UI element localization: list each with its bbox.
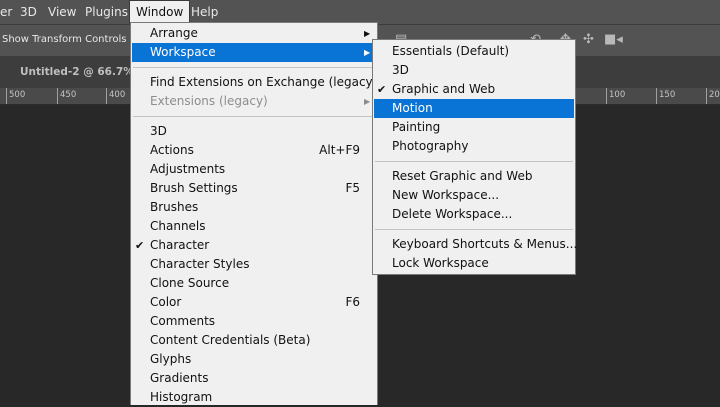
submenu-arrow-icon: ▶: [364, 48, 371, 57]
menu-item-label: Character: [150, 238, 210, 252]
menu-item-label: Color: [150, 295, 182, 309]
menu-3d[interactable]: 3D: [20, 0, 37, 24]
menu-help[interactable]: Help: [191, 0, 218, 24]
menu-item-color[interactable]: Color F6: [132, 293, 376, 312]
ruler-tick: [6, 88, 7, 104]
menu-window[interactable]: Window: [129, 0, 191, 24]
menu-item-shortcut: Alt+F9: [319, 143, 360, 157]
ruler-tick: [57, 88, 58, 104]
ruler-tick: [706, 88, 707, 104]
menu-item-label: Comments: [150, 314, 216, 328]
ruler-label: 400: [109, 90, 126, 100]
menu-item-label: Brushes: [150, 200, 199, 214]
menu-view[interactable]: View: [48, 0, 76, 24]
menu-item-brush-settings[interactable]: Brush Settings F5: [132, 179, 376, 198]
menu-item-workspace[interactable]: Workspace ▶: [132, 43, 376, 62]
submenu-arrow-icon: ▶: [364, 29, 371, 38]
menu-item-brushes[interactable]: Brushes: [132, 198, 376, 217]
menu-separator: [375, 229, 573, 230]
menu-item-shortcut: F6: [345, 295, 360, 309]
menu-item-3d[interactable]: 3D: [132, 122, 376, 141]
menu-item-comments[interactable]: Comments: [132, 312, 376, 331]
menu-bar: er 3D View Plugins Window Help: [0, 0, 720, 24]
window-menu: Arrange ▶ Workspace ▶ Find Extensions on…: [130, 22, 389, 407]
menu-item-workspace-3d[interactable]: 3D: [374, 61, 574, 80]
menu-item-label: Content Credentials (Beta): [150, 333, 311, 347]
menu-item-label: Gradients: [150, 371, 209, 385]
menu-item-label: Adjustments: [150, 162, 226, 176]
menu-item-gradients[interactable]: Gradients: [132, 369, 376, 388]
menu-item-label: Actions: [150, 143, 194, 157]
menu-item-delete-workspace[interactable]: Delete Workspace...: [374, 205, 574, 224]
checkmark-icon: ✔: [377, 83, 387, 96]
ruler-tick: [106, 88, 107, 104]
ruler-label: 450: [60, 90, 77, 100]
menu-item-label: 3D: [150, 124, 167, 138]
checkmark-icon: ✔: [135, 239, 145, 252]
workspace-submenu: Essentials (Default) 3D ✔ Graphic and We…: [372, 39, 577, 275]
menu-item-character-styles[interactable]: Character Styles: [132, 255, 376, 274]
menu-item-lock-workspace[interactable]: Lock Workspace: [374, 254, 574, 273]
menu-item-arrange[interactable]: Arrange ▶: [132, 24, 376, 43]
ruler-tick: [606, 88, 607, 104]
menu-separator: [133, 67, 375, 68]
menu-item-label: Channels: [150, 219, 206, 233]
menu-item-find-extensions[interactable]: Find Extensions on Exchange (legacy)...: [132, 73, 389, 92]
menu-item-graphic-and-web[interactable]: ✔ Graphic and Web: [374, 80, 574, 99]
menu-item-painting[interactable]: Painting: [374, 118, 574, 137]
menu-item-keyboard-shortcuts[interactable]: Keyboard Shortcuts & Menus...: [374, 235, 577, 254]
menu-item-label: Character Styles: [150, 257, 250, 271]
menu-item-label: Clone Source: [150, 276, 230, 290]
menu-item-character[interactable]: ✔ Character: [132, 236, 376, 255]
submenu-arrow-icon: ▶: [364, 97, 371, 106]
menu-item-extensions-legacy: Extensions (legacy) ▶: [132, 92, 376, 111]
ruler-label: 200: [709, 90, 720, 100]
menu-item-channels[interactable]: Channels: [132, 217, 376, 236]
show-transform-controls-label[interactable]: Show Transform Controls: [2, 34, 126, 45]
menu-item-label: Histogram: [150, 390, 213, 404]
menu-item-content-credentials-beta[interactable]: Content Credentials (Beta): [132, 331, 376, 350]
menu-plugins[interactable]: Plugins: [85, 0, 128, 24]
menu-item-label: Brush Settings: [150, 181, 238, 195]
ruler-label: 100: [609, 90, 626, 100]
menu-item-adjustments[interactable]: Adjustments: [132, 160, 376, 179]
menu-item-motion[interactable]: Motion: [374, 99, 574, 118]
menu-item-glyphs[interactable]: Glyphs: [132, 350, 376, 369]
menu-item-new-workspace[interactable]: New Workspace...: [374, 186, 574, 205]
video-camera-icon[interactable]: ■◂: [604, 33, 623, 47]
menu-item-photography[interactable]: Photography: [374, 137, 574, 156]
menu-item-clone-source[interactable]: Clone Source: [132, 274, 376, 293]
menu-type[interactable]: er: [0, 0, 12, 24]
menu-item-histogram[interactable]: Histogram: [132, 388, 376, 407]
ruler-tick: [656, 88, 657, 104]
ruler-label: 150: [659, 90, 676, 100]
menu-separator: [375, 161, 573, 162]
menu-item-shortcut: F5: [345, 181, 360, 195]
ruler-label: 500: [9, 90, 26, 100]
menu-item-label: Glyphs: [150, 352, 192, 366]
menu-separator: [133, 116, 375, 117]
menu-item-reset-workspace[interactable]: Reset Graphic and Web: [374, 167, 574, 186]
pan-3d-icon[interactable]: ✣: [583, 33, 594, 47]
menu-item-actions[interactable]: Actions Alt+F9: [132, 141, 376, 160]
menu-item-essentials[interactable]: Essentials (Default): [374, 42, 574, 61]
